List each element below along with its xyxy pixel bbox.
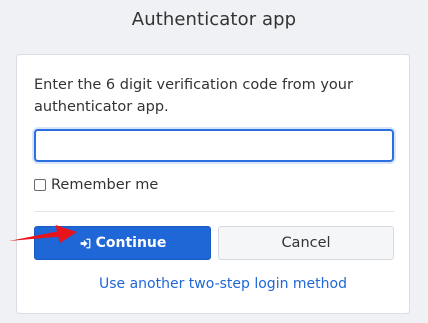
continue-label: Continue (95, 235, 167, 251)
red-arrow-annotation (9, 225, 77, 244)
cancel-button[interactable]: Cancel (218, 226, 394, 260)
sign-in-icon (80, 238, 90, 248)
remember-me-checkbox[interactable] (34, 179, 46, 191)
page-title: Authenticator app (131, 9, 297, 30)
verification-code-input[interactable] (34, 129, 394, 162)
other-login-method-link[interactable]: Use another two-step login method (99, 276, 347, 292)
remember-me-option[interactable]: Remember me (34, 177, 158, 193)
instruction-text: Enter the 6 digit verification code from… (34, 77, 353, 115)
divider (34, 211, 394, 212)
remember-me-label: Remember me (51, 177, 159, 193)
login-page: Authenticator app Enter the 6 digit veri… (0, 0, 428, 323)
auth-card: Enter the 6 digit verification code from… (16, 54, 410, 314)
